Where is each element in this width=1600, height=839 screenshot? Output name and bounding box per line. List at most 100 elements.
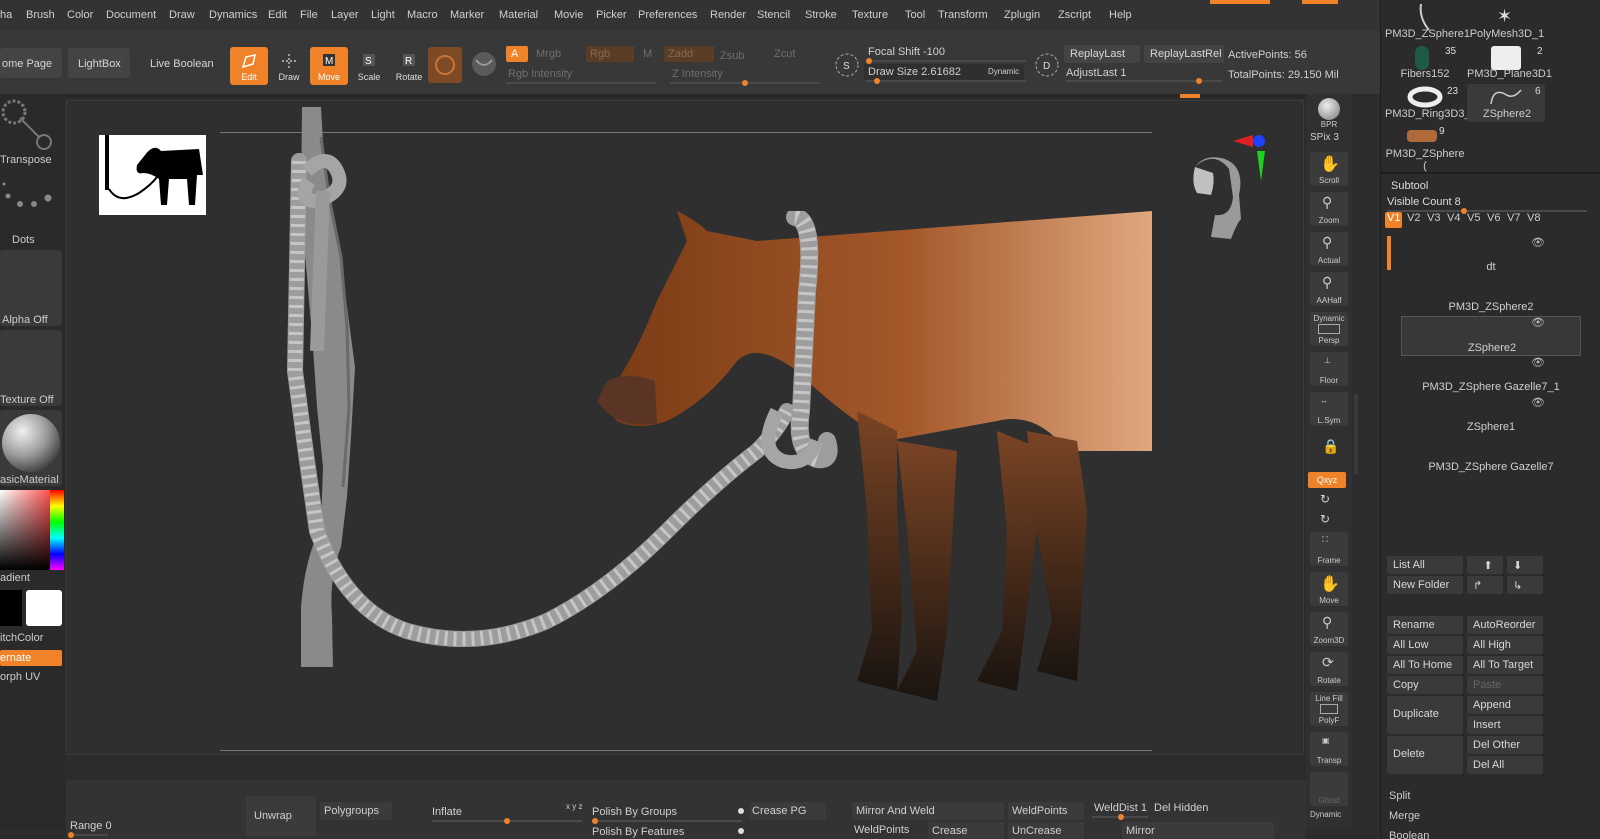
viewport-canvas[interactable]	[66, 100, 1304, 755]
menu-macro[interactable]: Macro	[407, 9, 438, 21]
crease-pg-button[interactable]: Crease PG	[750, 802, 826, 820]
timeline-bar[interactable]	[66, 94, 1306, 98]
draw-size-track[interactable]	[866, 78, 1026, 84]
delete-button[interactable]: Delete	[1387, 736, 1463, 774]
polish-groups-track[interactable]	[592, 818, 742, 824]
zoom-button[interactable]: ⚲ Zoom	[1310, 192, 1348, 226]
range-knob[interactable]	[68, 832, 74, 838]
menu-dynamics[interactable]: Dynamics	[209, 9, 257, 21]
folder-forward-button[interactable]: ↱	[1467, 576, 1503, 594]
rgb-toggle[interactable]: Rgb	[586, 46, 634, 62]
mrgb-toggle[interactable]: Mrgb	[536, 48, 561, 60]
menu-movie[interactable]: Movie	[554, 9, 583, 21]
copy-button[interactable]: Copy	[1387, 676, 1463, 694]
list-all-button[interactable]: List All	[1387, 556, 1463, 574]
split-section-button[interactable]: Split	[1389, 790, 1410, 802]
inflate-track[interactable]	[432, 818, 582, 824]
inflate-xyz-toggle[interactable]: x y z	[566, 802, 582, 811]
menu-zplugin[interactable]: Zplugin	[1004, 9, 1040, 21]
subtool-item-gazelle7[interactable]: PM3D_ZSphere Gazelle7	[1401, 436, 1581, 476]
all-high-button[interactable]: All High	[1467, 636, 1543, 654]
eye-icon[interactable]: 👁	[1531, 396, 1545, 409]
lock-button[interactable]: 🔒	[1310, 432, 1348, 466]
z-intensity-slider[interactable]: Z Intensity	[672, 68, 723, 80]
live-boolean-button[interactable]: Live Boolean	[140, 48, 214, 78]
dynamic-bottom-label[interactable]: Dynamic	[1310, 810, 1341, 819]
adjust-last-slider[interactable]: AdjustLast 1	[1066, 67, 1127, 79]
transpose-icon[interactable]	[0, 94, 60, 154]
crease-button[interactable]: Crease	[928, 822, 1004, 839]
m-toggle[interactable]: M	[643, 48, 652, 60]
morph-uv-button[interactable]: orph UV	[0, 671, 40, 683]
menu-zscript[interactable]: Zscript	[1058, 9, 1091, 21]
all-to-target-button[interactable]: All To Target	[1467, 656, 1543, 674]
menu-stroke[interactable]: Stroke	[805, 9, 837, 21]
tool-thumb-zsphere2[interactable]: 6 ZSphere2	[1467, 84, 1545, 122]
polish-groups-dot[interactable]	[738, 808, 744, 814]
version-v3[interactable]: V3	[1427, 212, 1440, 224]
range-track[interactable]	[68, 832, 108, 838]
adjust-last-track[interactable]	[1066, 78, 1222, 84]
insert-button[interactable]: Insert	[1467, 716, 1543, 734]
tool-thumb-pm3d-zsphere-gazelle[interactable]: 9 PM3D_ZSphere (	[1385, 124, 1465, 172]
tool-thumb-pm3d-zsphere1[interactable]: PM3D_ZSphere1	[1385, 4, 1470, 42]
horse-mesh[interactable]	[597, 211, 1157, 711]
zcut-toggle[interactable]: Zcut	[774, 48, 795, 60]
menu-picker[interactable]: Picker	[596, 9, 627, 21]
version-v2[interactable]: V2	[1407, 212, 1420, 224]
xyz-button[interactable]: Qxyz	[1308, 472, 1346, 488]
polish-by-features-slider[interactable]: Polish By Features	[592, 826, 684, 838]
del-hidden-button[interactable]: Del Hidden	[1154, 802, 1208, 814]
version-v5[interactable]: V5	[1467, 212, 1480, 224]
menu-file[interactable]: File	[300, 9, 318, 21]
duplicate-button[interactable]: Duplicate	[1387, 696, 1463, 734]
frame-button[interactable]: ⛶ Frame	[1310, 532, 1348, 566]
version-v7[interactable]: V7	[1507, 212, 1520, 224]
polyf-button[interactable]: Line Fill PolyF	[1310, 692, 1348, 726]
menu-layer[interactable]: Layer	[331, 9, 359, 21]
spix-slider[interactable]: SPix 3	[1310, 132, 1339, 143]
welddist-track[interactable]	[1092, 814, 1148, 820]
welddist-knob[interactable]	[1118, 814, 1124, 820]
inflate-knob[interactable]	[504, 818, 510, 824]
menu-tool[interactable]: Tool	[905, 9, 925, 21]
switch-color-button[interactable]: itchColor	[0, 632, 43, 644]
auto-reorder-button[interactable]: AutoReorder	[1467, 616, 1543, 634]
rename-button[interactable]: Rename	[1387, 616, 1463, 634]
edit-button[interactable]: Edit	[230, 47, 268, 85]
version-v6[interactable]: V6	[1487, 212, 1500, 224]
dynamic-d-icon[interactable]: D	[1034, 52, 1060, 78]
floor-button[interactable]: ⊥ Floor	[1310, 352, 1348, 386]
zoom3d-button[interactable]: ⚲ Zoom3D	[1310, 612, 1348, 646]
persp-button[interactable]: Dynamic Persp	[1310, 312, 1348, 346]
polish-groups-knob[interactable]	[592, 818, 598, 824]
subtool-item-zsphere2[interactable]: ZSphere2	[1401, 316, 1581, 356]
inflate-slider[interactable]: Inflate	[432, 806, 462, 818]
draw-button[interactable]: Draw	[270, 47, 308, 85]
move-view-button[interactable]: ✋ Move	[1310, 572, 1348, 606]
alternate-button[interactable]: ernate	[0, 650, 62, 666]
tray-divider-scroll[interactable]	[1354, 394, 1358, 474]
subtool-item-pm3d-zsphere2[interactable]: PM3D_ZSphere2	[1401, 276, 1581, 316]
replay-last-rel-button[interactable]: ReplayLastRel	[1144, 45, 1224, 63]
scale-button[interactable]: S Scale	[350, 47, 388, 85]
menu-alpha[interactable]: ha	[0, 9, 12, 21]
hue-strip[interactable]	[50, 490, 64, 570]
menu-marker[interactable]: Marker	[450, 9, 484, 21]
version-v4[interactable]: V4	[1447, 212, 1460, 224]
dots-stroke-icon[interactable]	[0, 174, 60, 230]
weldpoints-button[interactable]: WeldPoints	[1008, 802, 1084, 820]
eye-icon[interactable]: 👁	[1531, 356, 1545, 369]
weldpoints-secondary-button[interactable]: WeldPoints	[854, 824, 909, 836]
z-intensity-knob[interactable]	[742, 80, 748, 86]
menu-stencil[interactable]: Stencil	[757, 9, 790, 21]
menu-transform[interactable]: Transform	[938, 9, 988, 21]
append-button[interactable]: Append	[1467, 696, 1543, 714]
lsym-button[interactable]: ↔ L.Sym	[1310, 392, 1348, 426]
actual-button[interactable]: ⚲ Actual	[1310, 232, 1348, 266]
menu-help[interactable]: Help	[1109, 9, 1132, 21]
subtool-scroll-indicator[interactable]	[1387, 236, 1391, 270]
primary-color-swatch[interactable]	[26, 590, 62, 626]
menu-draw[interactable]: Draw	[169, 9, 195, 21]
eye-icon[interactable]: 👁	[1531, 236, 1545, 249]
